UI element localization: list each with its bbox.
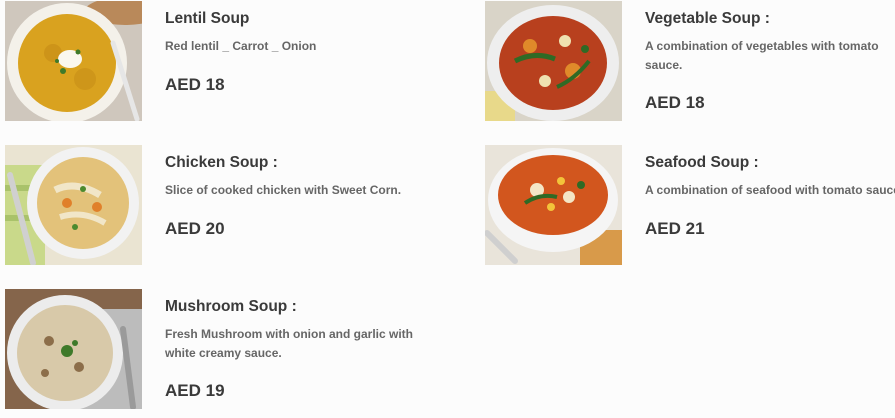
item-description: Fresh Mushroom with onion and garlic wit…: [165, 327, 414, 360]
item-description: Slice of cooked chicken with Sweet Corn.: [165, 183, 402, 197]
item-title: Chicken Soup :: [165, 154, 278, 171]
vegetable-soup-image: [485, 1, 622, 121]
menu-item-chicken-soup: Chicken Soup : Slice of cooked chicken w…: [5, 145, 435, 267]
item-title: Seafood Soup :: [645, 154, 759, 171]
item-price: AED 21: [645, 219, 705, 238]
mushroom-soup-image: [5, 289, 142, 409]
item-price: AED 19: [165, 381, 225, 400]
item-description: Red lentil _ Carrot _ Onion: [165, 39, 317, 53]
item-description: A combination of seafood with tomato sau…: [645, 183, 895, 197]
seafood-soup-image: [485, 145, 622, 265]
item-price: AED 18: [165, 75, 225, 94]
item-price: AED 20: [165, 219, 225, 238]
item-price: AED 18: [645, 93, 705, 112]
chicken-soup-image: [5, 145, 142, 265]
menu-item-vegetable-soup: Vegetable Soup : A combination of vegeta…: [485, 1, 895, 123]
item-title: Lentil Soup: [165, 10, 250, 27]
lentil-soup-image: [5, 1, 142, 121]
menu-item-lentil-soup: Lentil Soup Red lentil _ Carrot _ Onion …: [5, 1, 435, 123]
item-title: Vegetable Soup :: [645, 10, 770, 27]
item-description: A combination of vegetables with tomato …: [645, 39, 879, 72]
menu-item-seafood-soup: Seafood Soup : A combination of seafood …: [485, 145, 895, 267]
item-title: Mushroom Soup :: [165, 298, 297, 315]
menu-item-mushroom-soup: Mushroom Soup : Fresh Mushroom with onio…: [5, 289, 885, 411]
